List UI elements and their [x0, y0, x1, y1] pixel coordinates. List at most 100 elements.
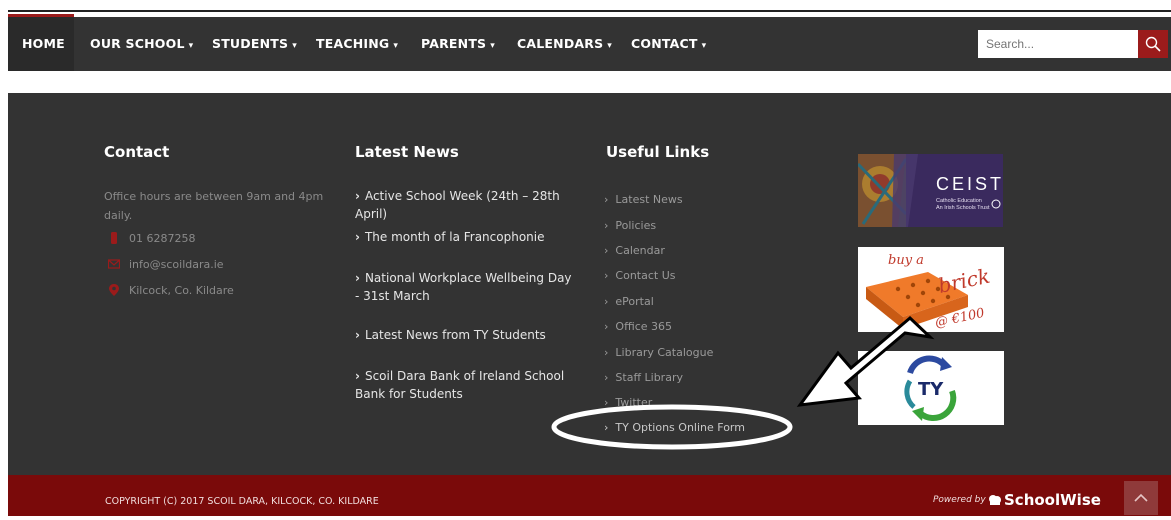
chevron-down-icon: ▾: [292, 41, 297, 51]
chevron-right-icon: ›: [355, 230, 360, 244]
ceist-subtitle: An Irish Schools Trust: [936, 205, 990, 211]
nav-contact[interactable]: CONTACT ▾: [631, 17, 706, 71]
contact-email[interactable]: info@scoildara.ie: [108, 258, 224, 271]
chevron-right-icon: ›: [604, 219, 609, 232]
chevron-down-icon: ▾: [188, 41, 194, 51]
link-label: TY Options Online Form: [615, 421, 745, 434]
nav-calendars[interactable]: CALENDARS ▾: [517, 17, 612, 71]
useful-link[interactable]: › Calendar: [604, 244, 665, 257]
ceist-logo-banner[interactable]: CEIST Catholic Education An Irish School…: [858, 154, 1003, 227]
news-item[interactable]: › National Workplace Wellbeing Day - 31st…: [355, 269, 577, 305]
news-item[interactable]: › Latest News from TY Students: [355, 326, 577, 344]
contact-phone[interactable]: 01 6287258: [111, 232, 196, 245]
useful-links-heading: Useful Links: [606, 143, 710, 161]
phone-icon: [111, 232, 117, 244]
link-label: Calendar: [615, 244, 665, 257]
email-address: info@scoildara.ie: [129, 258, 224, 271]
useful-link[interactable]: › Latest News: [604, 193, 683, 206]
ceist-title: CEIST: [936, 174, 1003, 194]
chevron-right-icon: ›: [355, 271, 360, 285]
nav-home[interactable]: HOME: [22, 17, 65, 71]
office-hours-text: Office hours are between 9am and 4pm dai…: [104, 190, 324, 222]
nav-label: PARENTS: [421, 36, 487, 51]
useful-link[interactable]: › Staff Library: [604, 371, 683, 384]
link-label: Latest News: [615, 193, 683, 206]
brand-label: SchoolWise: [1004, 491, 1101, 509]
chevron-right-icon: ›: [604, 346, 609, 359]
powered-by-text: Powered by: [933, 495, 986, 505]
contact-address: Kilcock, Co. Kildare: [109, 284, 234, 297]
latest-news-heading: Latest News: [355, 143, 459, 161]
useful-link-ty-options[interactable]: › TY Options Online Form: [604, 421, 745, 434]
footer-bottom-bar: COPYRIGHT (C) 2017 SCOIL DARA, KILCOCK, …: [8, 475, 1171, 516]
home-accent-bar: [8, 14, 74, 17]
news-title: Active School Week (24th – 28th April): [355, 189, 560, 221]
news-item[interactable]: › The month of la Francophonie: [355, 228, 577, 246]
chevron-right-icon: ›: [355, 328, 360, 342]
search-button[interactable]: [1138, 30, 1168, 58]
chevron-right-icon: ›: [604, 193, 609, 206]
ceist-logo-graphic: CEIST Catholic Education An Irish School…: [858, 154, 1003, 227]
news-title: Scoil Dara Bank of Ireland School Bank f…: [355, 369, 565, 401]
link-label: ePortal: [615, 295, 654, 308]
search-icon: [1145, 36, 1161, 52]
link-label: Twitter: [615, 396, 653, 409]
news-title: The month of la Francophonie: [364, 230, 545, 244]
brick-graphic: buy a brick @ €100: [858, 247, 1004, 332]
ty-logo-graphic: TY: [858, 351, 1004, 425]
map-pin-icon: [109, 284, 119, 296]
chevron-down-icon: ▾: [393, 41, 399, 51]
chevron-right-icon: ›: [604, 244, 609, 257]
news-title: Latest News from TY Students: [364, 328, 546, 342]
chevron-right-icon: ›: [355, 369, 360, 383]
ty-logo-banner[interactable]: TY: [858, 351, 1004, 425]
envelope-icon: [108, 259, 120, 269]
chevron-right-icon: ›: [604, 396, 609, 409]
link-label: Policies: [615, 219, 657, 232]
schoolwise-logo-icon: [989, 495, 1001, 505]
contact-heading: Contact: [104, 143, 170, 161]
link-label: Contact Us: [615, 269, 676, 282]
chevron-right-icon: ›: [604, 295, 609, 308]
chevron-down-icon: ▾: [607, 41, 613, 51]
useful-link[interactable]: › Library Catalogue: [604, 346, 713, 359]
brick-text: buy a: [888, 253, 924, 268]
top-divider: [8, 10, 1171, 12]
address-text: Kilcock, Co. Kildare: [129, 284, 234, 297]
chevron-down-icon: ▾: [490, 41, 495, 51]
nav-parents[interactable]: PARENTS ▾: [421, 17, 495, 71]
useful-link[interactable]: › ePortal: [604, 295, 654, 308]
useful-link[interactable]: › Contact Us: [604, 269, 675, 282]
chevron-right-icon: ›: [604, 371, 609, 384]
useful-link[interactable]: › Policies: [604, 219, 656, 232]
nav-label: STUDENTS: [212, 36, 289, 51]
nav-label: CONTACT: [631, 36, 698, 51]
chevron-right-icon: ›: [355, 189, 360, 203]
news-title: National Workplace Wellbeing Day - 31st …: [355, 271, 572, 303]
link-label: Library Catalogue: [615, 346, 714, 359]
chevron-up-icon: [1134, 493, 1148, 502]
useful-link[interactable]: › Twitter: [604, 396, 652, 409]
search-input[interactable]: [978, 30, 1146, 58]
scroll-to-top-button[interactable]: [1124, 481, 1158, 515]
chevron-down-icon: ▾: [701, 41, 707, 51]
phone-number: 01 6287258: [129, 232, 196, 245]
schoolwise-brand[interactable]: SchoolWise: [988, 491, 1101, 509]
nav-our-school[interactable]: OUR SCHOOL ▾: [90, 17, 193, 71]
news-item[interactable]: › Active School Week (24th – 28th April): [355, 187, 577, 223]
link-label: Office 365: [615, 320, 673, 333]
news-item[interactable]: › Scoil Dara Bank of Ireland School Bank …: [355, 367, 577, 403]
copyright-text: COPYRIGHT (C) 2017 SCOIL DARA, KILCOCK, …: [105, 496, 379, 507]
useful-link[interactable]: › Office 365: [604, 320, 672, 333]
chevron-right-icon: ›: [604, 421, 609, 434]
nav-label: OUR SCHOOL: [90, 36, 185, 51]
chevron-right-icon: ›: [604, 320, 609, 333]
nav-label: TEACHING: [316, 36, 390, 51]
link-label: Staff Library: [615, 371, 683, 384]
buy-a-brick-banner[interactable]: buy a brick @ €100: [858, 247, 1004, 332]
ty-text: TY: [918, 379, 944, 400]
main-nav: HOME OUR SCHOOL ▾ STUDENTS ▾ TEACHING ▾ PAR…: [8, 17, 1171, 71]
nav-students[interactable]: STUDENTS ▾: [212, 17, 297, 71]
nav-teaching[interactable]: TEACHING ▾: [316, 17, 398, 71]
nav-label: CALENDARS: [517, 36, 604, 51]
